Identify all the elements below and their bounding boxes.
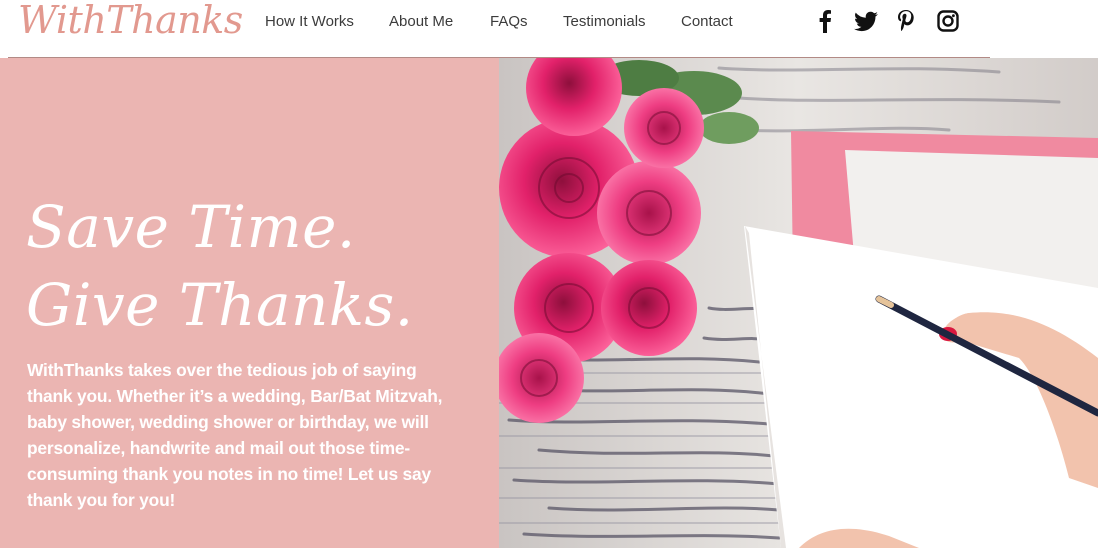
hero-text-panel: Save Time. Give Thanks. WithThanks takes… xyxy=(0,58,499,548)
facebook-icon[interactable] xyxy=(815,8,835,34)
hero-description: WithThanks takes over the tedious job of… xyxy=(27,360,443,510)
nav-contact[interactable]: Contact xyxy=(681,13,733,30)
pinterest-icon[interactable] xyxy=(895,8,917,34)
site-logo[interactable]: WithThanks xyxy=(18,0,243,42)
nav-faqs[interactable]: FAQs xyxy=(490,13,528,30)
headline-line-1: Save Time. xyxy=(26,193,356,261)
twitter-icon[interactable] xyxy=(853,8,879,34)
headline-line-2: Give Thanks. xyxy=(26,271,414,339)
hero-image xyxy=(499,58,1098,548)
site-header: WithThanks How It Works About Me FAQs Te… xyxy=(0,0,1098,58)
roses-and-card-illustration xyxy=(499,58,1098,548)
nav-how-it-works[interactable]: How It Works xyxy=(265,13,354,30)
hero-headline: Save Time. Give Thanks. xyxy=(26,188,414,344)
instagram-icon[interactable] xyxy=(936,8,960,34)
nav-testimonials[interactable]: Testimonials xyxy=(563,13,646,30)
nav-about-me[interactable]: About Me xyxy=(389,13,453,30)
